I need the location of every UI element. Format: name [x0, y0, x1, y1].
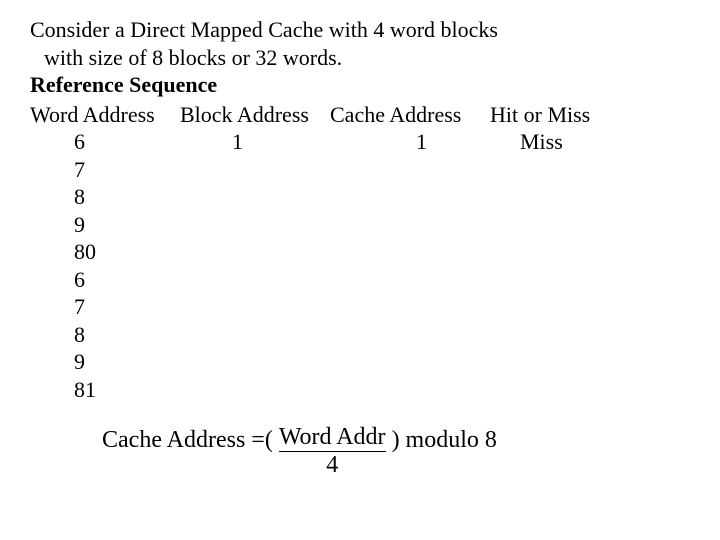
cell-word: 9 [30, 348, 180, 376]
table-row: 6 1 1 Miss [30, 128, 712, 156]
cell-cache [330, 211, 490, 239]
cell-cache [330, 293, 490, 321]
cell-hit [490, 238, 630, 266]
cell-block [180, 293, 330, 321]
cell-cache [330, 156, 490, 184]
cell-block [180, 211, 330, 239]
cell-block [180, 238, 330, 266]
cell-cache [330, 266, 490, 294]
cell-cache [330, 238, 490, 266]
cell-cache [330, 376, 490, 404]
cell-cache [330, 348, 490, 376]
cell-hit [490, 156, 630, 184]
cell-hit [490, 183, 630, 211]
cell-cache [330, 183, 490, 211]
reference-sequence-heading: Reference Sequence [30, 71, 712, 99]
header-block-address: Block Address [180, 101, 330, 129]
cell-hit [490, 376, 630, 404]
intro-line-2: with size of 8 blocks or 32 words. [30, 44, 712, 72]
cell-cache: 1 [330, 128, 490, 156]
formula-fraction: Word Addr 4 [279, 425, 386, 478]
cell-hit [490, 293, 630, 321]
cell-hit [490, 348, 630, 376]
table-row: 9 [30, 211, 712, 239]
cell-word: 8 [30, 183, 180, 211]
intro-block: Consider a Direct Mapped Cache with 4 wo… [30, 16, 712, 99]
formula-left: Cache Address =( [102, 425, 279, 455]
table-row: 8 [30, 183, 712, 211]
cell-hit [490, 321, 630, 349]
table-row: 7 [30, 293, 712, 321]
cell-block [180, 266, 330, 294]
cell-word: 7 [30, 293, 180, 321]
intro-line-1: Consider a Direct Mapped Cache with 4 wo… [30, 16, 712, 44]
cell-cache [330, 321, 490, 349]
cache-address-formula: Cache Address =( Word Addr 4 ) modulo 8 [102, 425, 712, 478]
cell-hit [490, 266, 630, 294]
cell-word: 9 [30, 211, 180, 239]
cell-word: 6 [30, 128, 180, 156]
cell-word: 80 [30, 238, 180, 266]
reference-table: Word Address Block Address Cache Address… [30, 101, 712, 404]
table-row: 81 [30, 376, 712, 404]
cell-block [180, 321, 330, 349]
formula-right: ) modulo 8 [386, 425, 497, 455]
table-header-row: Word Address Block Address Cache Address… [30, 101, 712, 129]
table-row: 6 [30, 266, 712, 294]
header-word-address: Word Address [30, 101, 180, 129]
table-row: 7 [30, 156, 712, 184]
cell-block [180, 183, 330, 211]
cell-hit: Miss [490, 128, 630, 156]
cell-word: 7 [30, 156, 180, 184]
table-row: 9 [30, 348, 712, 376]
formula-denominator: 4 [326, 453, 338, 478]
cell-block [180, 348, 330, 376]
header-hit-or-miss: Hit or Miss [490, 101, 630, 129]
header-cache-address: Cache Address [330, 101, 490, 129]
cell-block [180, 156, 330, 184]
table-row: 80 [30, 238, 712, 266]
table-row: 8 [30, 321, 712, 349]
cell-block [180, 376, 330, 404]
cell-block: 1 [180, 128, 330, 156]
cell-word: 6 [30, 266, 180, 294]
formula-numerator: Word Addr [279, 425, 386, 450]
cell-word: 81 [30, 376, 180, 404]
cell-word: 8 [30, 321, 180, 349]
cell-hit [490, 211, 630, 239]
